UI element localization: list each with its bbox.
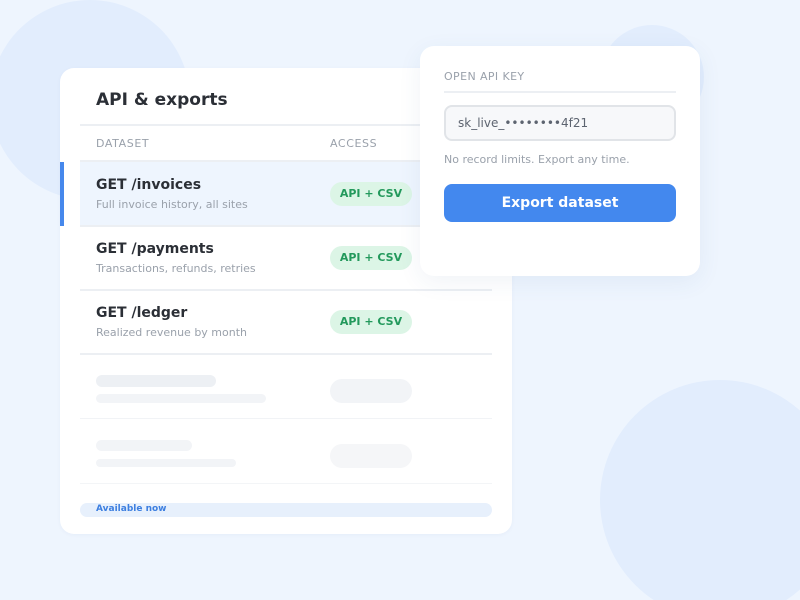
page: API & exports DATASET ACCESS GET /invoic…: [0, 0, 800, 600]
table-row[interactable]: GET /ledger Realized revenue by month AP…: [80, 290, 492, 354]
skeleton-title: [96, 440, 192, 451]
availability-bar: Available now: [80, 503, 492, 517]
api-key-label: OPEN API KEY: [444, 70, 525, 83]
row-description: Full invoice history, all sites: [96, 198, 248, 211]
availability-label: Available now: [96, 504, 167, 514]
skeleton-badge: [330, 444, 412, 468]
row-description: Transactions, refunds, retries: [96, 262, 256, 275]
access-badge: API + CSV: [330, 310, 412, 334]
row-endpoint: GET /ledger: [96, 305, 188, 321]
api-key-note: No record limits. Export any time.: [444, 153, 630, 166]
divider: [444, 91, 676, 93]
selected-row-indicator: [60, 162, 64, 226]
divider: [80, 418, 492, 419]
skeleton-badge: [330, 379, 412, 403]
skeleton-title: [96, 375, 216, 387]
access-badge: API + CSV: [330, 246, 412, 270]
skeleton-description: [96, 459, 236, 467]
row-description: Realized revenue by month: [96, 326, 248, 339]
background-blob: [600, 380, 800, 600]
column-header-access: ACCESS: [330, 137, 378, 150]
divider: [80, 483, 492, 484]
api-key-card: OPEN API KEY No record limits. Export an…: [420, 46, 700, 276]
panel-title: API & exports: [96, 90, 228, 110]
row-endpoint: GET /payments: [96, 241, 214, 257]
export-dataset-button[interactable]: Export dataset: [444, 184, 676, 222]
divider: [80, 353, 492, 355]
row-endpoint: GET /invoices: [96, 177, 202, 193]
skeleton-description: [96, 394, 266, 403]
api-key-input[interactable]: [444, 105, 676, 141]
column-header-dataset: DATASET: [96, 137, 150, 150]
access-badge: API + CSV: [330, 182, 412, 206]
